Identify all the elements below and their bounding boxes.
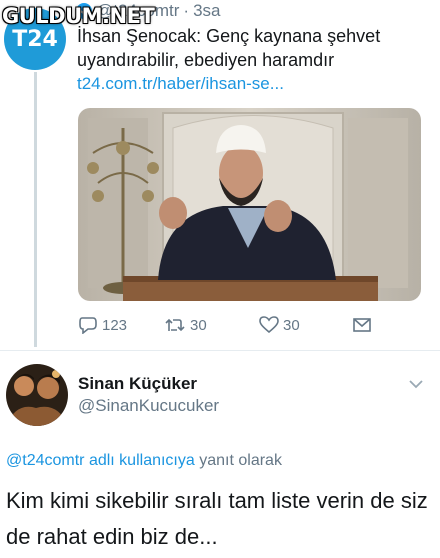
thread-line [34, 72, 37, 347]
divider [0, 350, 440, 351]
message-icon [353, 318, 371, 332]
reply-text: Kim kimi sikebilir sıralı tam liste veri… [6, 488, 428, 549]
like-action[interactable]: 30 [259, 316, 300, 334]
replying-to-handle[interactable]: @t24comtr [6, 452, 84, 469]
chevron-down-icon[interactable] [408, 376, 424, 394]
like-icon [259, 316, 279, 334]
reply-action[interactable]: 123 [78, 316, 127, 334]
message-action[interactable] [352, 316, 372, 334]
avatar[interactable] [6, 364, 68, 426]
reply-author-handle[interactable]: @SinanKucucuker [78, 396, 219, 416]
retweet-count: 30 [190, 316, 207, 334]
replying-to: @t24comtr adlı kullanıcıya yanıt olarak [6, 452, 282, 470]
tweet-photo[interactable] [78, 108, 421, 301]
replying-to-mid[interactable]: adlı kullanıcıya [89, 452, 195, 469]
retweet-icon [165, 318, 185, 332]
reply-icon [79, 317, 97, 334]
tweet-actions: 123 30 30 [78, 316, 378, 338]
retweet-action[interactable]: 30 [164, 316, 207, 334]
header-separator: · [183, 1, 190, 20]
tweet-link[interactable]: t24.com.tr/haber/ihsan-se... [77, 74, 284, 94]
tweet-time[interactable]: 3sa [193, 1, 220, 21]
tweet-text: İhsan Şenocak: Genç kaynana şehvet uyand… [77, 26, 381, 70]
avatar-logo-text: T24 [12, 26, 58, 52]
like-count: 30 [283, 316, 300, 334]
reply-count: 123 [102, 316, 128, 334]
watermark: GULDUM.NET [2, 4, 155, 28]
reply-author-name[interactable]: Sinan Küçüker [78, 374, 197, 394]
replying-to-suffix: yanıt olarak [199, 452, 282, 469]
